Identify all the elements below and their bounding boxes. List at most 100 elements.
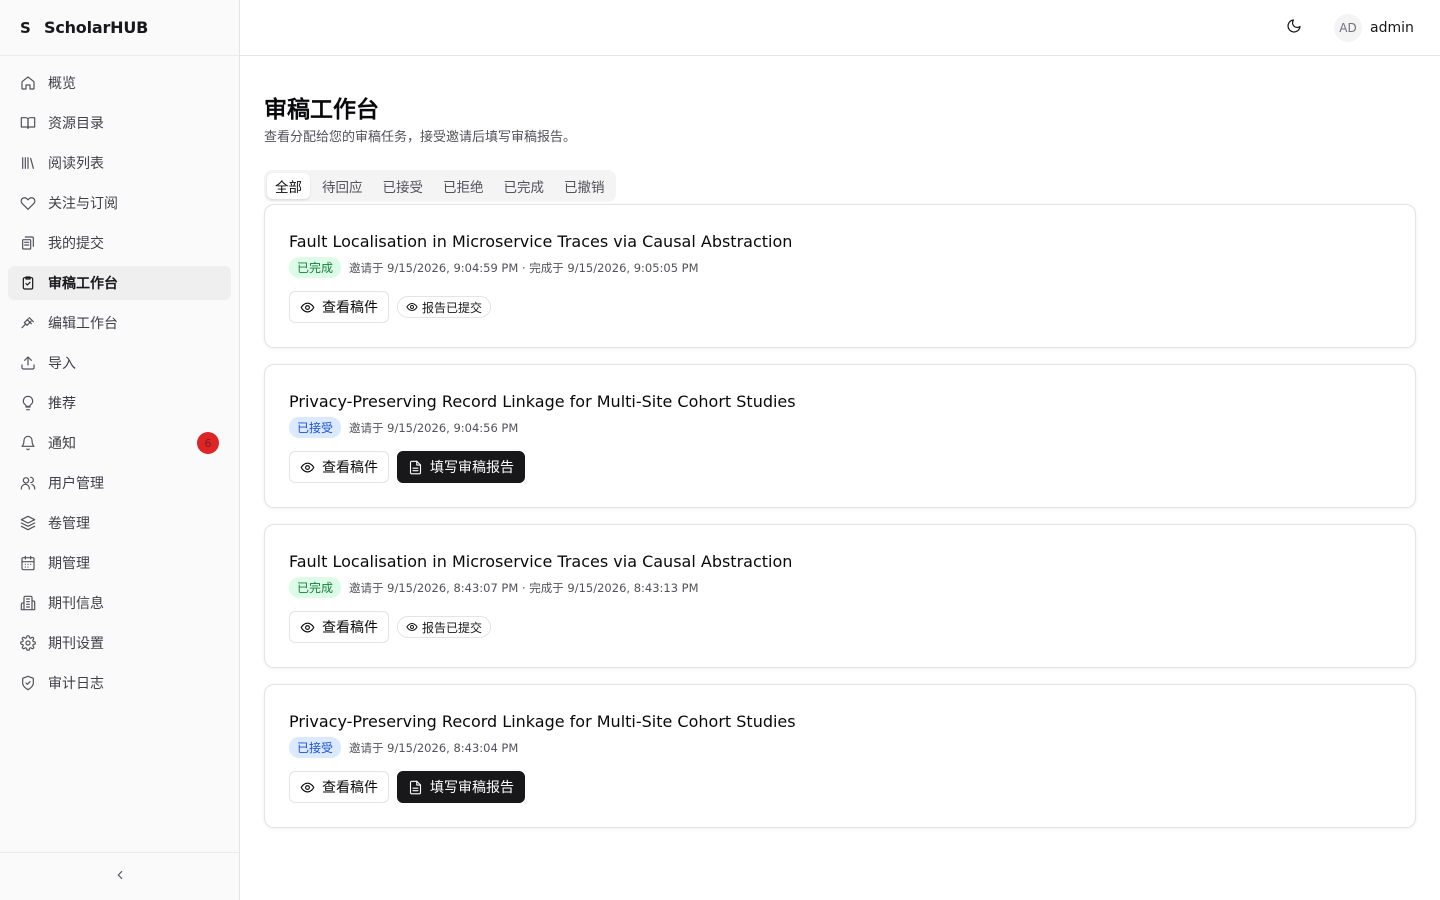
card-meta: 已接受 邀请于 9/15/2026, 9:04:56 PM <box>289 417 518 438</box>
book-open-icon <box>20 115 36 131</box>
report-submitted-label: 报告已提交 <box>422 300 483 315</box>
card-actions: 查看稿件 报告已提交 <box>289 291 492 323</box>
sidebar-item-review-desk[interactable]: 审稿工作台 <box>8 266 231 300</box>
status-badge: 已完成 <box>289 577 342 598</box>
top-bar: AD admin <box>240 0 1440 56</box>
calendar-icon <box>20 555 36 571</box>
review-card: Fault Localisation in Microservice Trace… <box>264 524 1416 668</box>
tab-declined[interactable]: 已拒绝 <box>435 173 492 199</box>
eye-icon <box>406 303 418 311</box>
heart-icon <box>20 195 36 211</box>
report-submitted-label: 报告已提交 <box>422 620 483 635</box>
sidebar-item-volumes[interactable]: 卷管理 <box>8 506 231 540</box>
tab-accepted[interactable]: 已接受 <box>375 173 432 199</box>
sidebar-item-overview[interactable]: 概览 <box>8 66 231 100</box>
sidebar-item-label: 通知 <box>48 436 76 452</box>
home-icon <box>20 75 36 91</box>
building-icon <box>20 595 36 611</box>
status-badge: 已完成 <box>289 257 342 278</box>
brand[interactable]: S ScholarHUB <box>0 0 239 56</box>
status-badge: 已接受 <box>289 417 342 438</box>
settings-icon <box>20 635 36 651</box>
sidebar-item-users[interactable]: 用户管理 <box>8 466 231 500</box>
moon-icon[interactable] <box>1286 18 1306 38</box>
sidebar-item-submissions[interactable]: 我的提交 <box>8 226 231 260</box>
card-meta: 已完成 邀请于 9/15/2026, 9:04:59 PM · 完成于 9/15… <box>289 257 699 278</box>
page-title: 审稿工作台 <box>264 97 379 123</box>
sidebar-item-follow[interactable]: 关注与订阅 <box>8 186 231 220</box>
sidebar-item-label: 导入 <box>48 356 76 372</box>
sidebar-item-label: 阅读列表 <box>48 156 104 172</box>
brand-name: ScholarHUB <box>44 18 149 37</box>
sidebar-item-editor-desk[interactable]: 编辑工作台 <box>8 306 231 340</box>
view-manuscript-button[interactable]: 查看稿件 <box>289 291 389 323</box>
sidebar-item-label: 概览 <box>48 76 76 92</box>
sidebar-item-label: 我的提交 <box>48 236 104 252</box>
eye-icon <box>300 622 315 632</box>
view-manuscript-label: 查看稿件 <box>322 460 378 476</box>
invitation-dates: 邀请于 9/15/2026, 9:04:56 PM <box>349 420 519 435</box>
view-manuscript-button[interactable]: 查看稿件 <box>289 451 389 483</box>
view-manuscript-label: 查看稿件 <box>322 620 378 636</box>
card-meta: 已完成 邀请于 9/15/2026, 8:43:07 PM · 完成于 9/15… <box>289 577 699 598</box>
sidebar-item-label: 卷管理 <box>48 516 90 532</box>
user-menu[interactable]: AD admin <box>1334 14 1414 42</box>
view-manuscript-button[interactable]: 查看稿件 <box>289 611 389 643</box>
chevron-left-icon[interactable] <box>113 868 127 886</box>
sidebar-item-journal-settings[interactable]: 期刊设置 <box>8 626 231 660</box>
manuscript-title: Privacy-Preserving Record Linkage for Mu… <box>289 712 796 731</box>
tab-pending[interactable]: 待回应 <box>314 173 371 199</box>
review-card: Privacy-Preserving Record Linkage for Mu… <box>264 364 1416 508</box>
upload-icon <box>20 355 36 371</box>
sidebar-item-catalog[interactable]: 资源目录 <box>8 106 231 140</box>
sidebar-item-label: 期刊设置 <box>48 636 104 652</box>
lightbulb-icon <box>20 395 36 411</box>
card-meta: 已接受 邀请于 9/15/2026, 8:43:04 PM <box>289 737 518 758</box>
invitation-dates: 邀请于 9/15/2026, 8:43:07 PM · 完成于 9/15/202… <box>349 580 699 595</box>
view-manuscript-button[interactable]: 查看稿件 <box>289 771 389 803</box>
tab-withdrawn[interactable]: 已撤销 <box>556 173 613 199</box>
review-card: Privacy-Preserving Record Linkage for Mu… <box>264 684 1416 828</box>
manuscript-title: Fault Localisation in Microservice Trace… <box>289 232 793 251</box>
write-review-label: 填写审稿报告 <box>430 460 514 476</box>
shield-check-icon <box>20 675 36 691</box>
report-submitted-badge: 报告已提交 <box>397 296 492 318</box>
write-review-button[interactable]: 填写审稿报告 <box>397 451 525 483</box>
sidebar-item-label: 审稿工作台 <box>48 276 118 292</box>
eye-icon <box>300 302 315 312</box>
write-review-button[interactable]: 填写审稿报告 <box>397 771 525 803</box>
sidebar-item-notifications[interactable]: 通知 6 <box>8 426 231 460</box>
manuscript-title: Privacy-Preserving Record Linkage for Mu… <box>289 392 796 411</box>
sidebar-footer <box>0 852 239 900</box>
sidebar-item-label: 编辑工作台 <box>48 316 118 332</box>
sidebar-nav: 概览 资源目录 阅读列表 关注与订阅 我的提交 审稿工作台 编辑工作台 导入 推… <box>8 66 231 706</box>
write-review-label: 填写审稿报告 <box>430 780 514 796</box>
sidebar-item-reading-list[interactable]: 阅读列表 <box>8 146 231 180</box>
sidebar-item-label: 推荐 <box>48 396 76 412</box>
brand-logo: S <box>20 18 31 37</box>
invitation-dates: 邀请于 9/15/2026, 9:04:59 PM · 完成于 9/15/202… <box>349 260 699 275</box>
eye-icon <box>300 782 315 792</box>
sidebar-item-issues[interactable]: 期管理 <box>8 546 231 580</box>
tab-completed[interactable]: 已完成 <box>496 173 553 199</box>
sidebar-item-label: 期刊信息 <box>48 596 104 612</box>
sidebar-item-label: 用户管理 <box>48 476 104 492</box>
sidebar-item-journal-info[interactable]: 期刊信息 <box>8 586 231 620</box>
username: admin <box>1370 20 1414 36</box>
tab-all[interactable]: 全部 <box>267 173 310 199</box>
sidebar-item-label: 资源目录 <box>48 116 104 132</box>
sidebar-item-audit-log[interactable]: 审计日志 <box>8 666 231 700</box>
card-actions: 查看稿件 填写审稿报告 <box>289 451 533 483</box>
status-tabs: 全部 待回应 已接受 已拒绝 已完成 已撤销 <box>264 170 616 202</box>
file-stack-icon <box>20 235 36 251</box>
notification-count-badge: 6 <box>197 432 219 454</box>
view-manuscript-label: 查看稿件 <box>322 300 378 316</box>
view-manuscript-label: 查看稿件 <box>322 780 378 796</box>
sidebar-item-recommend[interactable]: 推荐 <box>8 386 231 420</box>
file-text-icon <box>409 460 422 474</box>
manuscript-title: Fault Localisation in Microservice Trace… <box>289 552 793 571</box>
card-actions: 查看稿件 报告已提交 <box>289 611 492 643</box>
avatar: AD <box>1334 14 1362 42</box>
eye-icon <box>406 623 418 631</box>
sidebar-item-import[interactable]: 导入 <box>8 346 231 380</box>
